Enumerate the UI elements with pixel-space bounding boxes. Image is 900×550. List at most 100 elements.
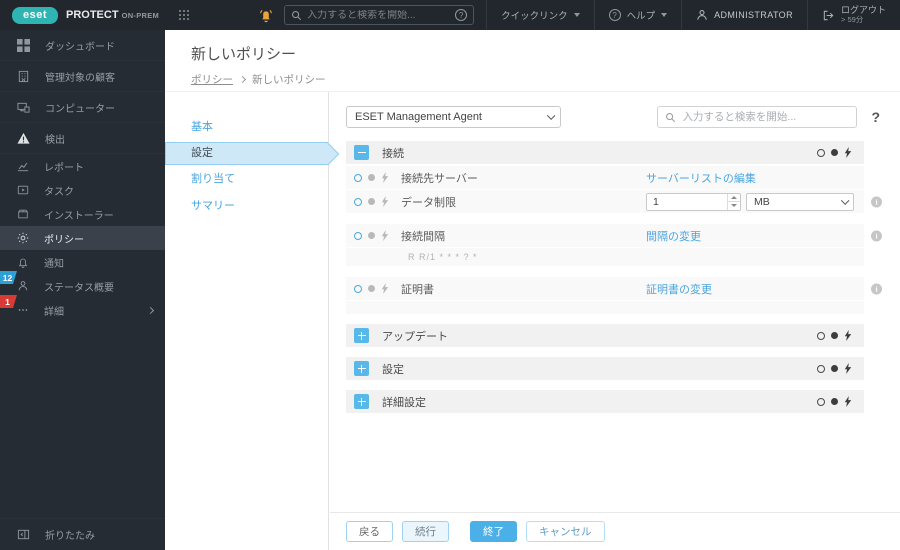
section-apply-flags[interactable] — [817, 363, 852, 374]
wizard-footer: 戻る 続行 終了 キャンセル — [330, 512, 900, 550]
bell-icon — [18, 258, 28, 268]
info-icon[interactable] — [871, 230, 882, 241]
apply-icon — [831, 365, 838, 372]
sidebar-item-reports[interactable]: レポート — [0, 154, 165, 178]
sidebar-item-more[interactable]: 1 詳細 — [0, 298, 165, 322]
wizard-step-assign[interactable]: 割り当て — [165, 166, 328, 193]
apply-icon — [368, 232, 375, 239]
row-apply-flags[interactable] — [354, 283, 389, 294]
page-header: 新しいポリシー ポリシー 新しいポリシー — [165, 30, 900, 92]
data-limit-controls: MB — [646, 192, 854, 211]
sidebar-item-tasks[interactable]: タスク — [0, 178, 165, 202]
quick-links-menu[interactable]: クイックリンク — [486, 0, 594, 30]
help-icon — [608, 9, 621, 21]
sidebar-collapse-button[interactable]: 折りたたみ — [0, 518, 165, 550]
dashboard-icon — [17, 38, 30, 52]
help-menu[interactable]: ヘルプ — [593, 0, 682, 30]
app-grid-icon[interactable] — [179, 10, 190, 20]
edit-server-list-link[interactable]: サーバーリストの編集 — [646, 170, 756, 186]
global-search-input[interactable] — [307, 9, 451, 21]
logout-label: ログアウト — [840, 5, 886, 15]
wizard-step-summary[interactable]: サマリー — [165, 193, 328, 220]
data-limit-unit-select[interactable]: MB — [746, 192, 854, 211]
section-updates-header: アップデート — [346, 324, 864, 347]
section-connection-title: 接続 — [382, 147, 404, 160]
context-help-button[interactable]: ? — [871, 109, 880, 125]
chevron-down-icon — [573, 13, 580, 17]
sidebar-item-notifications[interactable]: 通知 — [0, 250, 165, 274]
sidebar-item-computers[interactable]: コンピューター — [0, 92, 165, 123]
info-icon[interactable] — [871, 283, 882, 294]
section-apply-flags[interactable] — [817, 147, 852, 158]
user-icon — [697, 10, 707, 20]
sidebar-item-dashboard[interactable]: ダッシュボード — [0, 30, 165, 61]
not-apply-icon — [354, 173, 362, 182]
number-stepper[interactable] — [727, 193, 740, 210]
stepper-down-icon[interactable] — [728, 202, 740, 210]
finish-button[interactable]: 終了 — [470, 521, 517, 542]
eset-protect-console: eset PROTECT ON-PREM クイックリンク — [0, 0, 900, 550]
user-menu[interactable]: ADMINISTRATOR — [681, 0, 807, 30]
search-help-icon[interactable] — [455, 9, 468, 21]
user-name: ADMINISTRATOR — [714, 10, 793, 20]
sidebar-item-installers[interactable]: インストーラー — [0, 202, 165, 226]
sidebar-secondary-group: レポート タスク インストーラー ポリシー 通知 12 ステータス概要 1 詳細 — [0, 154, 165, 322]
warning-triangle-icon — [17, 132, 30, 144]
expand-section-button[interactable] — [354, 394, 369, 409]
brand-area: eset PROTECT ON-PREM — [0, 6, 190, 24]
installer-box-icon — [18, 209, 28, 219]
breadcrumb-current: 新しいポリシー — [252, 74, 326, 86]
product-edition: ON-PREM — [121, 10, 160, 20]
notification-bell-icon[interactable] — [258, 7, 274, 23]
page-title: 新しいポリシー — [191, 46, 297, 63]
change-interval-link[interactable]: 間隔の変更 — [646, 228, 701, 244]
not-apply-icon — [817, 331, 825, 340]
section-advanced-title: 詳細設定 — [382, 396, 426, 409]
report-chart-icon — [17, 162, 29, 172]
expand-section-button[interactable] — [354, 361, 369, 376]
sidebar-item-policies[interactable]: ポリシー — [0, 226, 165, 250]
interval-cron-row: R R/1 * * * ? * — [346, 248, 864, 266]
stepper-up-icon[interactable] — [728, 194, 740, 202]
breadcrumb-parent-link[interactable]: ポリシー — [191, 72, 233, 87]
cancel-button[interactable]: キャンセル — [526, 521, 605, 542]
data-limit-input[interactable] — [647, 193, 727, 210]
logout-menu[interactable]: ログアウト > 59分 — [806, 0, 900, 30]
row-apply-flags[interactable] — [354, 196, 389, 207]
eset-logo-text: eset — [22, 9, 48, 21]
ellipsis-icon — [18, 309, 28, 311]
product-name: PROTECT — [66, 9, 119, 21]
expand-section-button[interactable] — [354, 328, 369, 343]
sidebar-item-detections[interactable]: 検出 — [0, 123, 165, 154]
collapse-section-button[interactable] — [354, 145, 369, 160]
wizard-step-settings[interactable]: 設定 — [165, 142, 328, 165]
settings-search-input[interactable] — [682, 111, 850, 123]
data-limit-label: データ制限 — [401, 196, 456, 209]
change-certificate-link[interactable]: 証明書の変更 — [646, 281, 712, 297]
section-apply-flags[interactable] — [817, 396, 852, 407]
setting-row-interval: 接続間隔 間隔の変更 — [346, 224, 882, 247]
wizard-step-basic[interactable]: 基本 — [165, 114, 328, 141]
search-icon — [666, 112, 676, 122]
force-icon — [381, 283, 389, 294]
product-select-value: ESET Management Agent — [355, 111, 482, 123]
back-button[interactable]: 戻る — [346, 521, 393, 542]
info-icon[interactable] — [871, 196, 882, 207]
force-icon — [381, 196, 389, 207]
row-apply-flags[interactable] — [354, 230, 389, 241]
continue-button[interactable]: 続行 — [402, 521, 449, 542]
chevron-right-icon — [146, 306, 155, 314]
breadcrumb-chevron-icon — [238, 75, 247, 84]
logout-timer: > 59分 — [840, 15, 864, 24]
settings-search — [657, 106, 858, 128]
setting-row-certificate: 証明書 証明書の変更 — [346, 277, 882, 300]
sidebar-item-managed-customers[interactable]: 管理対象の顧客 — [0, 61, 165, 92]
row-apply-flags[interactable] — [354, 172, 389, 183]
product-select[interactable]: ESET Management Agent — [346, 106, 561, 128]
force-icon — [381, 230, 389, 241]
data-limit-input-box — [646, 192, 741, 211]
section-connection-header: 接続 — [346, 141, 864, 164]
sidebar-primary-group: ダッシュボード 管理対象の顧客 コンピューター 検出 — [0, 30, 165, 154]
section-apply-flags[interactable] — [817, 330, 852, 341]
sidebar-item-status-overview[interactable]: 12 ステータス概要 — [0, 274, 165, 298]
